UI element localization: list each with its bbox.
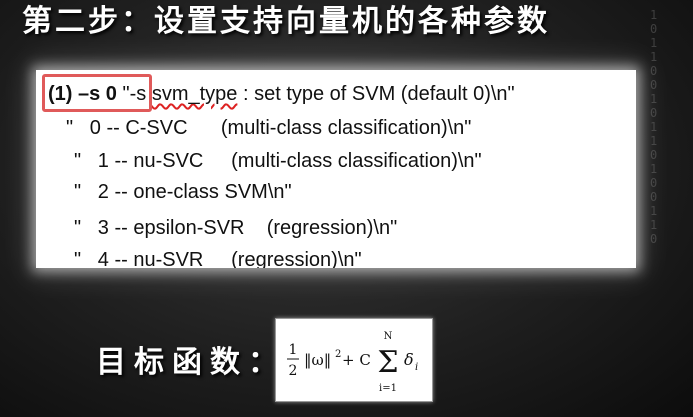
code-line-option-1: " 1 -- nu-SVC (multi-class classificatio… <box>74 150 482 172</box>
sigma-symbol: Σ <box>377 345 398 380</box>
formula-box: 1 2 ‖ω‖ 2 + C N Σ i=1 δ i <box>275 318 433 402</box>
plus-c: + C <box>342 351 371 369</box>
objective-function-label: 目标函数： <box>96 345 286 380</box>
code-line-option-0: " 0 -- C-SVC (multi-class classification… <box>66 117 472 139</box>
slide-title: 第二步：设置支持向量机的各种参数 <box>22 4 550 39</box>
delta-term: δ <box>404 350 414 369</box>
highlight-box <box>42 74 152 112</box>
norm-omega: ‖ω‖ <box>304 351 331 369</box>
sum-upper-limit: N <box>384 331 393 342</box>
fraction-denominator: 2 <box>289 363 298 379</box>
objective-formula: 1 2 ‖ω‖ 2 + C N Σ i=1 δ i <box>287 331 418 394</box>
svm-type-description: "-s svm_type : set type of SVM (default … <box>116 83 515 105</box>
code-line-option-2: " 2 -- one-class SVM\n" <box>74 181 292 203</box>
delta-subscript: i <box>415 362 418 373</box>
code-panel: (1) –s 0 "-s svm_type : set type of SVM … <box>36 70 636 268</box>
fraction-numerator: 1 <box>289 342 298 358</box>
norm-exponent: 2 <box>335 349 341 360</box>
sum-lower-limit: i=1 <box>379 383 397 394</box>
svm-type-underlined: svm_type <box>151 83 238 105</box>
code-line-option-4: " 4 -- nu-SVR (regression)\n" <box>74 249 362 268</box>
code-line-option-3: " 3 -- epsilon-SVR (regression)\n" <box>74 217 398 239</box>
binary-decoration: 1 0 1 1 0 0 1 0 1 1 0 1 0 0 1 1 0 <box>650 8 658 246</box>
